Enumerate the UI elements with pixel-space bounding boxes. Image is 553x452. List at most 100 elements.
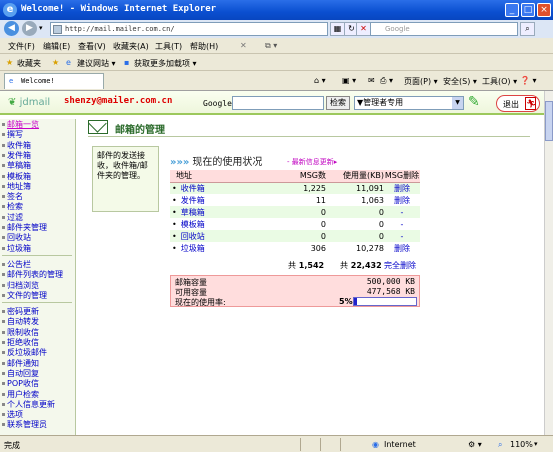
col-usage-kb: 使用量(KB) <box>326 170 384 183</box>
menu-bar: 文件(F) 编辑(E) 查看(V) 收藏夹(A) 工具(T) 帮助(H) ✕ ⧉… <box>0 38 553 54</box>
mail-capacity-value: 500,000 KB <box>366 277 415 286</box>
zone-text: Internet <box>384 440 416 449</box>
ie-logo-icon: e <box>3 3 17 17</box>
search-input[interactable]: Google <box>370 22 518 36</box>
convert-icon[interactable]: ⧉ ▾ <box>265 41 277 51</box>
folder-link[interactable]: • 收件箱 <box>170 182 280 194</box>
pen-icon[interactable]: ✎ <box>468 94 488 112</box>
suggested-sites-link[interactable]: 建议网站 ▾ <box>77 58 116 69</box>
sidebar-item-label: 过滤 <box>7 212 23 222</box>
menu-edit[interactable]: 编辑(E) <box>43 41 70 52</box>
folder-name[interactable]: 模板箱 <box>181 220 205 229</box>
msg-count-cell: 11 <box>280 194 326 206</box>
sidebar-item[interactable]: 联系管理员 <box>2 419 47 430</box>
bullet-icon <box>2 246 5 250</box>
delete-all-link[interactable]: 完全删除 <box>384 260 416 271</box>
close-x-icon[interactable]: ✕ <box>240 41 247 50</box>
total-msgs: 共 1,542 <box>288 260 324 271</box>
bullet-icon <box>2 184 5 188</box>
mail-icon[interactable]: ✉ <box>368 76 375 85</box>
globe-icon: ◉ <box>372 440 379 449</box>
bullet-icon <box>2 236 5 240</box>
history-dropdown-icon[interactable]: ▾ <box>39 24 43 32</box>
window-titlebar: e Welcome! - Windows Internet Explorer _… <box>0 0 553 20</box>
sidebar: 邮箱一览 撰写 收件箱 发件箱 草稿箱 模板箱 地址簿 签名 检索 过滤 邮件夹管理 回收站 垃圾箱 公告… <box>0 119 76 435</box>
delete-cell[interactable]: 删除 <box>384 242 420 254</box>
menu-view[interactable]: 查看(V) <box>78 41 106 52</box>
envelope-icon <box>88 120 108 134</box>
back-icon[interactable]: ◀ <box>4 21 19 36</box>
total-label: 共 <box>340 261 348 270</box>
vertical-scrollbar[interactable] <box>544 91 553 435</box>
zoom-dropdown-icon[interactable]: ▾ <box>534 440 538 448</box>
bullet-icon <box>2 215 5 219</box>
folder-link[interactable]: • 发件箱 <box>170 194 280 206</box>
google-search-input[interactable] <box>232 96 324 110</box>
folder-link[interactable]: • 垃圾箱 <box>170 242 280 254</box>
latest-update-link[interactable]: - 最新信息更新▸ <box>287 157 337 167</box>
folder-name[interactable]: 回收站 <box>181 232 205 241</box>
status-bar: 完成 ◉ Internet ⚙ ▾ ⌕ 110% ▾ <box>0 435 553 452</box>
search-icon[interactable]: ⌕ <box>520 22 535 36</box>
favorites-button[interactable]: 收藏夹 <box>17 58 41 69</box>
tools-menu[interactable]: 工具(O) ▾ <box>482 76 517 87</box>
folder-link[interactable]: • 模板箱 <box>170 218 280 230</box>
total-label: 共 <box>288 261 296 270</box>
table-header-row: 地址 MSG数 使用量(KB) MSG删除 <box>170 170 420 183</box>
compat-view-icon[interactable]: ▦ <box>330 22 345 36</box>
sidebar-item-label: 地址簿 <box>7 181 31 191</box>
menu-tools[interactable]: 工具(T) <box>155 41 182 52</box>
close-button[interactable]: × <box>537 3 551 17</box>
address-input[interactable]: http://mail.mailer.com.cn/ <box>50 22 328 36</box>
folder-name[interactable]: 收件箱 <box>181 184 205 193</box>
forward-icon[interactable]: ▶ <box>22 21 37 36</box>
feeds-icon[interactable]: ▣ ▾ <box>342 76 356 85</box>
folder-name[interactable]: 垃圾箱 <box>181 244 205 253</box>
logout-button[interactable]: 退出 🏃︎ <box>496 95 540 112</box>
maximize-button[interactable]: □ <box>521 3 535 17</box>
folder-link[interactable]: • 草稿箱 <box>170 206 280 218</box>
folder-name[interactable]: 发件箱 <box>181 196 205 205</box>
admin-select[interactable]: ▼管理者专用 ▼ <box>354 96 464 110</box>
sidebar-item[interactable]: 垃圾箱 <box>2 243 31 254</box>
delete-cell[interactable]: 删除 <box>384 194 420 206</box>
print-icon[interactable]: ⎙ ▾ <box>380 76 393 86</box>
menu-help[interactable]: 帮助(H) <box>190 41 218 52</box>
stop-icon[interactable]: ✕ <box>356 22 371 36</box>
sidebar-item-label: 草稿箱 <box>7 161 31 171</box>
sidebar-item-label: 撰写 <box>7 130 23 140</box>
minimize-button[interactable]: _ <box>505 3 519 17</box>
bullet-icon: • <box>172 243 177 253</box>
total-msgs-value: 1,542 <box>298 261 325 270</box>
total-kb: 共 22,432 <box>340 260 382 271</box>
scrollbar-thumb[interactable] <box>545 101 553 141</box>
google-search-button[interactable]: 检索 <box>326 96 350 110</box>
usage-progress-fill <box>354 298 358 305</box>
bullet-icon <box>2 320 5 324</box>
sidebar-item[interactable]: 文件的管理 <box>2 290 47 301</box>
delete-cell[interactable]: 删除 <box>384 182 420 194</box>
google-label: Google <box>203 99 232 108</box>
tab-title: Welcome! <box>21 77 55 85</box>
get-addons-link[interactable]: 获取更多加载项 ▾ <box>134 58 197 69</box>
zoom-level[interactable]: 110% <box>510 440 533 449</box>
sidebar-divider <box>2 254 72 256</box>
folder-name[interactable]: 草稿箱 <box>181 208 205 217</box>
folder-link[interactable]: • 回收站 <box>170 230 280 242</box>
delete-cell: - <box>384 206 420 218</box>
bullet-icon: • <box>172 219 177 229</box>
bullet-icon <box>2 195 5 199</box>
home-icon[interactable]: ⌂ ▾ <box>314 76 326 85</box>
safety-menu[interactable]: 安全(S) ▾ <box>443 76 477 87</box>
msg-count-cell: 306 <box>280 242 326 254</box>
table-row: • 收件箱 1,225 11,091 删除 <box>170 182 420 194</box>
protected-mode-icon[interactable]: ⚙ ▾ <box>468 440 482 449</box>
tab-welcome[interactable]: e Welcome! <box>4 73 104 89</box>
help-menu[interactable]: ❓ ▾ <box>520 76 537 85</box>
menu-favorites[interactable]: 收藏夹(A) <box>113 41 149 52</box>
address-url: http://mail.mailer.com.cn/ <box>65 25 175 33</box>
add-favorite-icon[interactable]: ★ <box>52 58 59 67</box>
page-menu[interactable]: 页面(P) ▾ <box>404 76 438 87</box>
menu-file[interactable]: 文件(F) <box>8 41 35 52</box>
bullet-icon <box>2 330 5 334</box>
